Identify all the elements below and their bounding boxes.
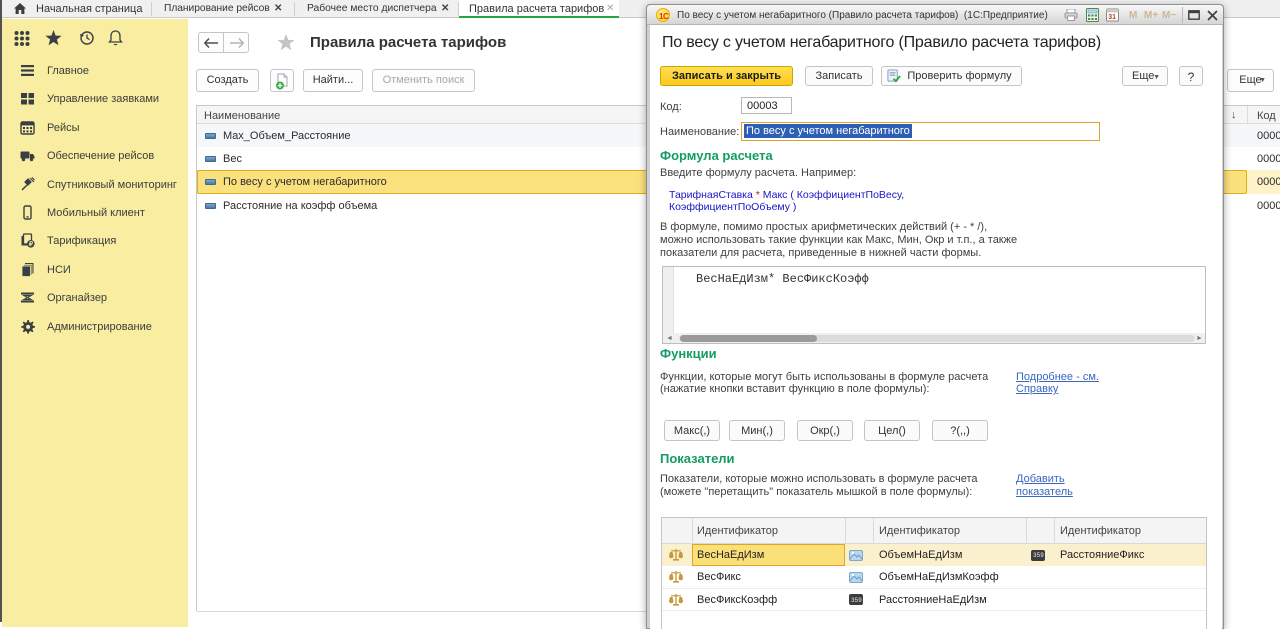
svg-text:31: 31 (1108, 14, 1116, 21)
